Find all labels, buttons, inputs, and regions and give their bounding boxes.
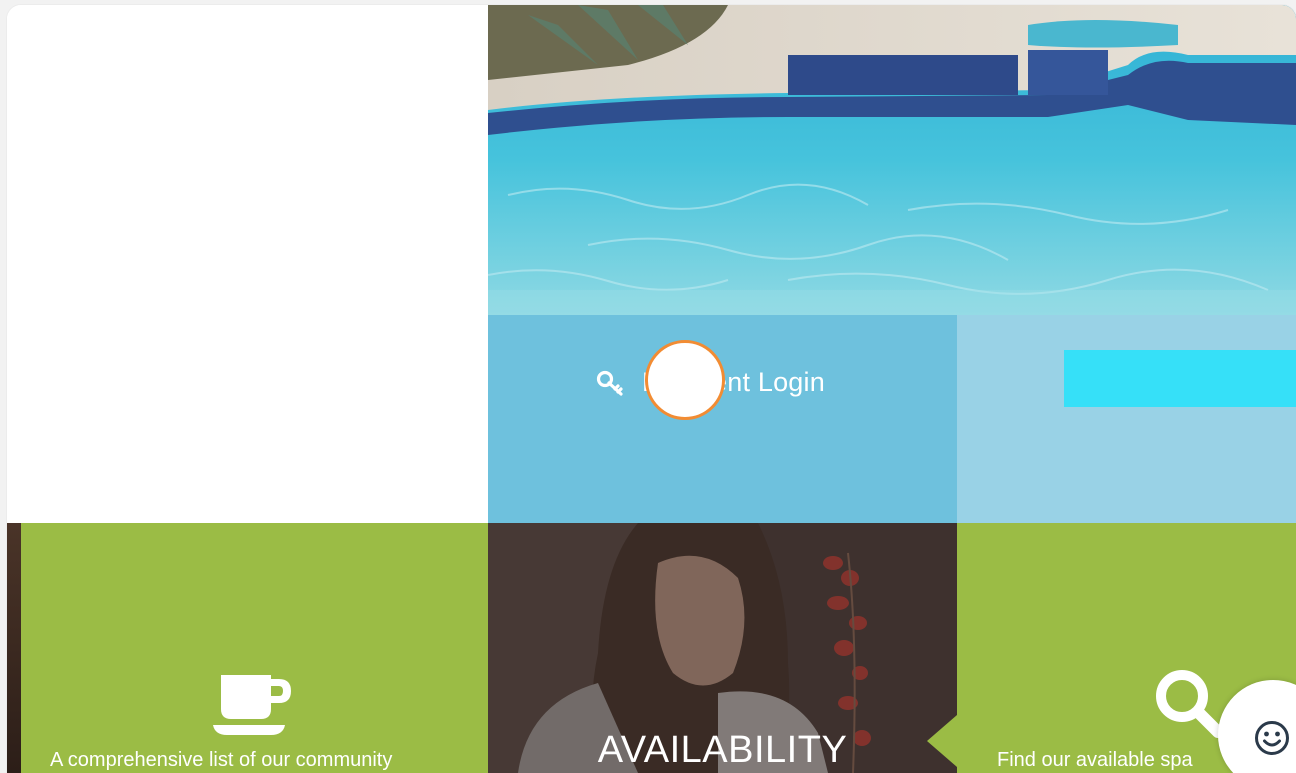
click-indicator [645, 340, 725, 420]
smiley-icon [1255, 721, 1289, 755]
availability-label: AVAILABILITY [597, 729, 848, 771]
coffee-cup-icon [213, 675, 291, 735]
tile-arrow-notch [927, 715, 957, 767]
amenities-tile[interactable]: A comprehensive list of our community [21, 523, 488, 773]
pool-photo [488, 5, 1296, 315]
resident-login-tile[interactable]: Resident Login [488, 315, 957, 523]
cyan-button[interactable] [1064, 350, 1296, 407]
photo-edge-strip [7, 523, 21, 773]
page: Resident Login A comprehensive list of o… [0, 0, 1296, 773]
right-blue-tile [957, 315, 1296, 523]
amenities-text: A comprehensive list of our community [50, 749, 393, 771]
availability-tile[interactable]: AVAILABILITY [488, 523, 957, 773]
blank-panel [7, 5, 488, 523]
search-text: Find our available spa [997, 749, 1193, 771]
key-icon [596, 370, 623, 396]
